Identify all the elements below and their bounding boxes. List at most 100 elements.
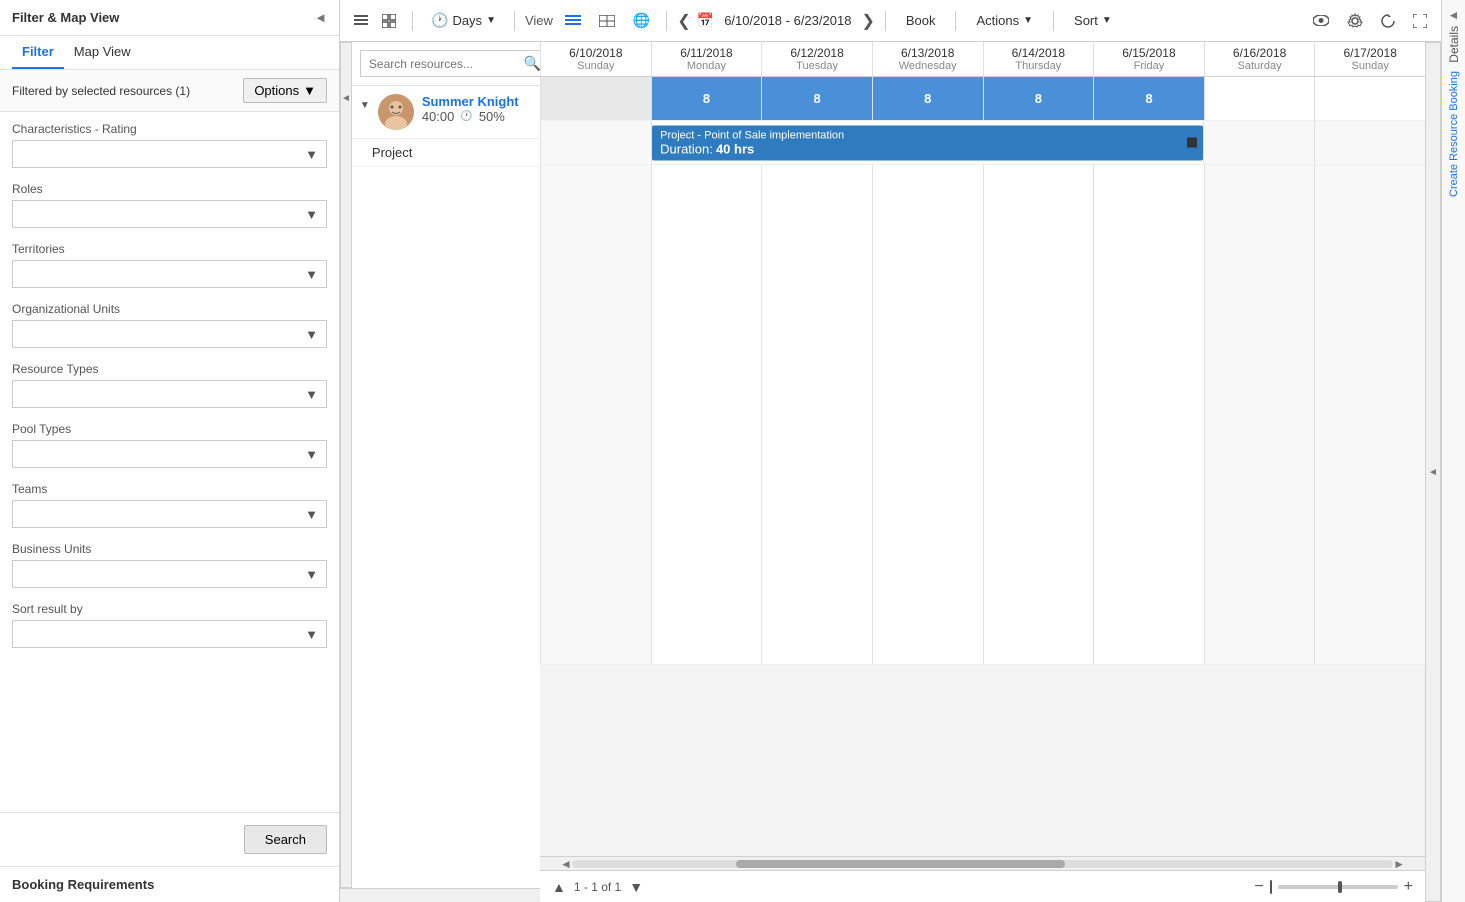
toolbar-right (1307, 9, 1433, 33)
resource-hscroll[interactable] (340, 888, 540, 902)
clock-small-icon: 🕐 (460, 111, 472, 122)
hscroll-track[interactable] (572, 860, 1393, 868)
page-up-icon[interactable]: ▲ (552, 879, 566, 895)
collapse-right-cal-icon: ◄ (1428, 467, 1438, 478)
resource-meta: 40:00 🕐 50% (422, 109, 519, 124)
field-select-sort-result[interactable]: ▼ (12, 620, 327, 648)
search-button[interactable]: Search (244, 825, 327, 854)
prev-arrow-icon[interactable]: ❮ (677, 11, 690, 31)
empty-cell-5[interactable] (1093, 165, 1204, 664)
zoom-out-button[interactable]: − (1254, 878, 1263, 896)
collapse-left-button[interactable]: ◄ (340, 42, 352, 888)
field-label-sort-result: Sort result by (12, 602, 327, 616)
empty-cell-7[interactable] (1314, 165, 1425, 664)
field-select-business-units[interactable]: ▼ (12, 560, 327, 588)
empty-cell-6[interactable] (1204, 165, 1315, 664)
search-icon[interactable]: 🔍 (524, 55, 540, 72)
empty-row-1 (540, 165, 1425, 665)
date-4: 6/14/2018 (986, 46, 1092, 60)
hscroll-thumb[interactable] (736, 860, 1064, 868)
hscroll-right-icon[interactable]: ► (1393, 857, 1405, 871)
booking-requirements-label: Booking Requirements (0, 866, 339, 902)
empty-cell-1[interactable] (651, 165, 762, 664)
empty-cell-3[interactable] (872, 165, 983, 664)
col-header-0: 6/10/2018 Sunday (540, 42, 651, 76)
details-label: Details (1447, 26, 1461, 63)
col-header-4: 6/14/2018 Thursday (983, 42, 1094, 76)
days-button[interactable]: 🕐 Days ▼ (423, 8, 504, 33)
next-arrow-icon[interactable]: ❯ (861, 11, 874, 31)
field-select-roles[interactable]: ▼ (12, 200, 327, 228)
search-resources-input[interactable] (369, 57, 524, 71)
field-characteristics-rating: Characteristics - Rating ▼ (12, 122, 327, 168)
filter-title: Filter & Map View (12, 10, 119, 25)
cell-0-2[interactable]: 8 (761, 77, 872, 120)
gear-icon[interactable] (1341, 9, 1369, 33)
hscroll-left-icon[interactable]: ◄ (560, 857, 572, 871)
cell-0-3[interactable]: 8 (872, 77, 983, 120)
fullscreen-icon[interactable] (1407, 10, 1433, 32)
chevron-down-icon: ▼ (305, 207, 318, 222)
actions-button[interactable]: Actions ▼ (966, 9, 1043, 32)
tab-map-view[interactable]: Map View (64, 36, 141, 69)
field-select-teams[interactable]: ▼ (12, 500, 327, 528)
book-button[interactable]: Book (896, 9, 946, 32)
hours-5: 8 (1145, 91, 1152, 106)
field-select-org-units[interactable]: ▼ (12, 320, 327, 348)
booking-cell-6 (1203, 121, 1314, 164)
collapse-right-calendar-button[interactable]: ◄ (1425, 42, 1441, 902)
empty-cell-0[interactable] (540, 165, 651, 664)
globe-icon[interactable]: 🌐 (627, 8, 656, 33)
cell-0-0[interactable] (540, 77, 651, 120)
empty-cell-4[interactable] (983, 165, 1094, 664)
chevron-down-icon: ▼ (305, 627, 318, 642)
list-icon[interactable] (559, 11, 587, 31)
booking-bar[interactable]: Project - Point of Sale implementation D… (652, 125, 1203, 160)
cell-0-5[interactable]: 8 (1093, 77, 1204, 120)
resource-hours-row: 8 8 8 8 8 (540, 77, 1425, 121)
page-down-icon[interactable]: ▼ (629, 879, 643, 895)
resource-name[interactable]: Summer Knight (422, 94, 519, 109)
zoom-in-button[interactable]: + (1404, 878, 1413, 896)
cell-0-4[interactable]: 8 (983, 77, 1094, 120)
refresh-icon[interactable] (1375, 10, 1401, 32)
details-panel: ◄ Details Create Resource Booking (1441, 0, 1465, 902)
date-range: 6/10/2018 - 6/23/2018 (724, 13, 851, 28)
details-collapse-icon[interactable]: ◄ (1448, 8, 1460, 22)
eye-icon[interactable] (1307, 11, 1335, 30)
day-4: Thursday (986, 60, 1092, 72)
calendar-icon[interactable]: 📅 (697, 12, 714, 29)
grid-view-icon[interactable] (376, 10, 402, 32)
main-area: 🕐 Days ▼ View 🌐 ❮ 📅 6/10/2018 - 6/23/201… (340, 0, 1441, 902)
col-header-2: 6/12/2018 Tuesday (761, 42, 872, 76)
field-select-pool-types[interactable]: ▼ (12, 440, 327, 468)
pagination-bar: ▲ 1 - 1 of 1 ▼ − + (540, 870, 1425, 902)
cell-0-7[interactable] (1314, 77, 1425, 120)
cell-0-1[interactable]: 8 (651, 77, 762, 120)
collapse-filter-icon[interactable]: ◄ (314, 10, 327, 25)
create-resource-booking-label[interactable]: Create Resource Booking (1448, 71, 1460, 197)
field-select-characteristics[interactable]: ▼ (12, 140, 327, 168)
options-button[interactable]: Options ▼ (243, 78, 327, 103)
cell-0-6[interactable] (1204, 77, 1315, 120)
field-organizational-units: Organizational Units ▼ (12, 302, 327, 348)
sort-button[interactable]: Sort ▼ (1064, 9, 1122, 32)
list-view-icon[interactable] (348, 10, 374, 32)
booking-resize-handle[interactable] (1187, 138, 1197, 148)
booking-cell-7 (1314, 121, 1425, 164)
zoom-controls: − + (1254, 878, 1413, 896)
resource-hours: 40:00 (422, 109, 455, 124)
resource-search-inner: 🔍 (360, 50, 540, 77)
toolbar-sep-5 (955, 11, 956, 31)
tab-filter[interactable]: Filter (12, 36, 64, 69)
field-select-territories[interactable]: ▼ (12, 260, 327, 288)
zoom-bar[interactable] (1278, 885, 1398, 889)
empty-cell-2[interactable] (761, 165, 872, 664)
booking-bar-area[interactable]: Project - Point of Sale implementation D… (651, 121, 1203, 164)
field-select-resource-types[interactable]: ▼ (12, 380, 327, 408)
resource-expand-arrow-icon[interactable]: ▼ (360, 100, 370, 111)
booking-cell-0 (540, 121, 651, 164)
table-icon[interactable] (593, 11, 621, 31)
field-business-units: Business Units ▼ (12, 542, 327, 588)
zoom-handle[interactable] (1338, 881, 1342, 893)
